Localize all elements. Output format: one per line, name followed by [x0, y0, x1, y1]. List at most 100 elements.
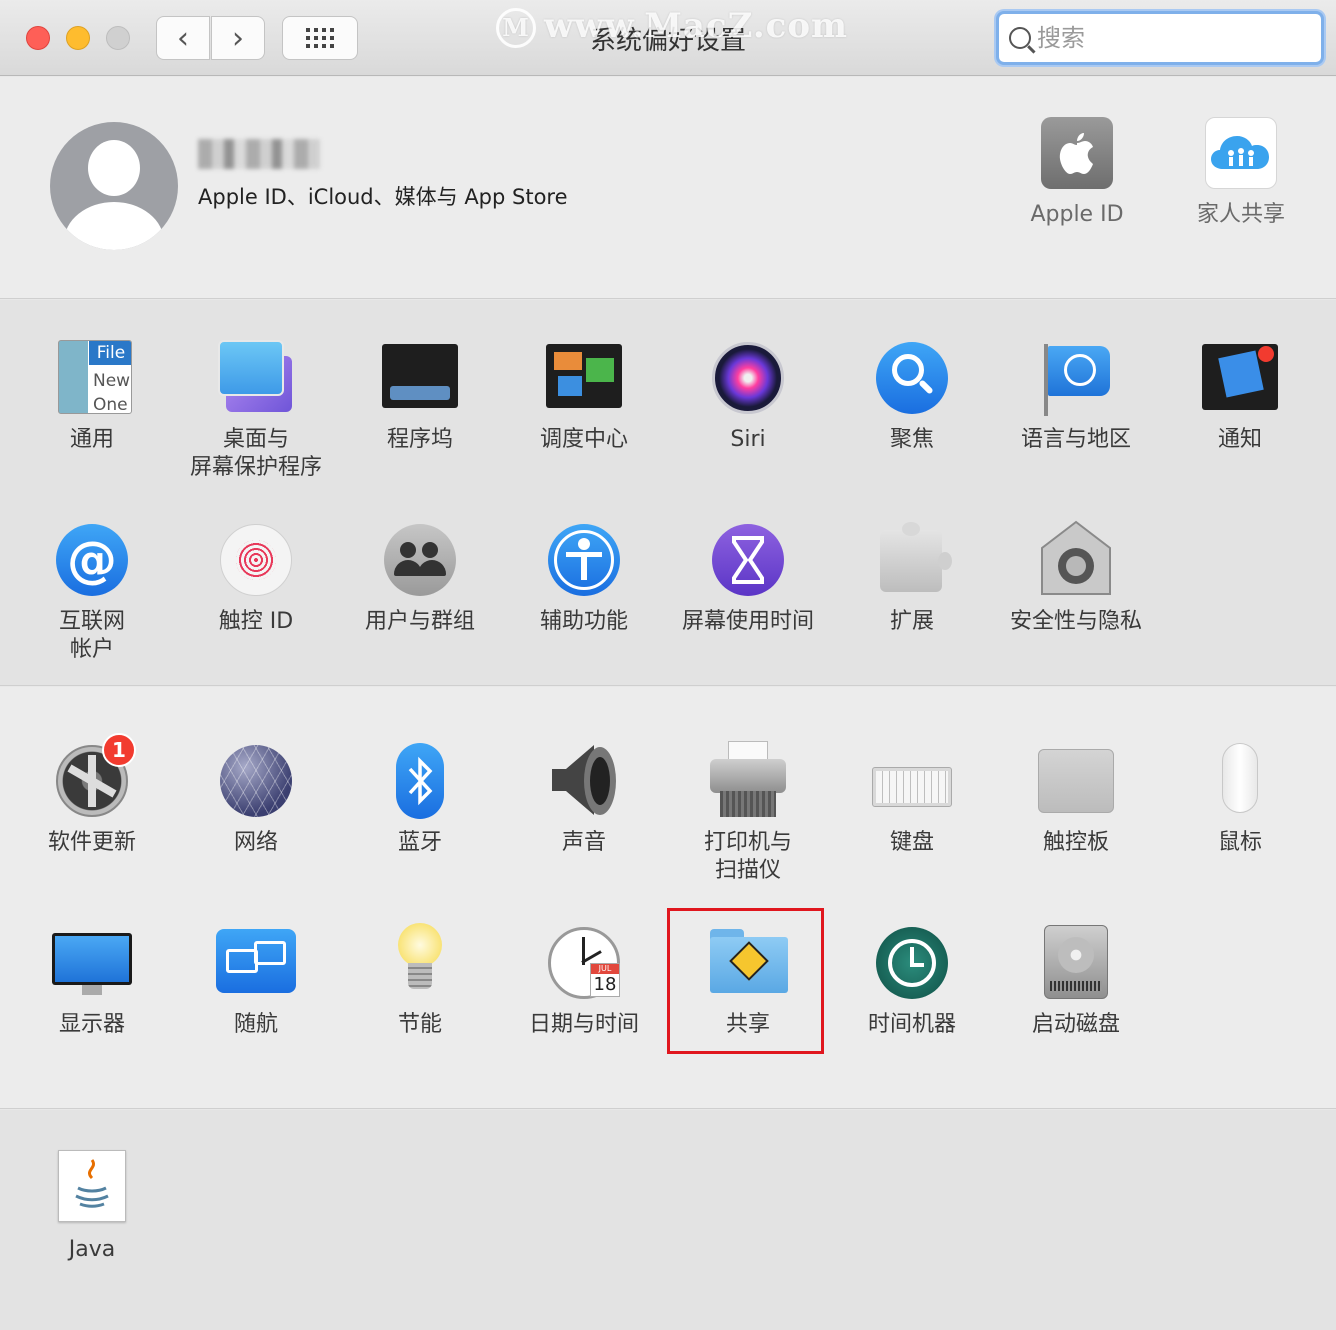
- pane-label: 节能: [397, 1012, 442, 1037]
- pane-label: 桌面与 屏幕保护程序: [189, 427, 322, 480]
- pane-label: 打印机与 扫描仪: [703, 830, 792, 883]
- pane-siri[interactable]: Siri: [666, 338, 830, 454]
- search-input[interactable]: [1037, 24, 1307, 52]
- pane-users-groups[interactable]: 用户与群组: [338, 520, 502, 636]
- pane-label: 网络: [233, 830, 278, 855]
- watermark-text: www.MacZ.com: [544, 6, 849, 46]
- mission-control-icon: [544, 338, 624, 418]
- pane-label: 时间机器: [867, 1012, 956, 1037]
- extensions-icon: [872, 520, 952, 600]
- pane-startup-disk[interactable]: 启动磁盘: [994, 923, 1158, 1039]
- displays-icon: [52, 923, 132, 1003]
- sharing-highlight-box: [667, 908, 824, 1054]
- pane-notifications[interactable]: 通知: [1158, 338, 1322, 454]
- pane-label: 程序坞: [386, 427, 453, 452]
- chevron-right-icon: ›: [232, 20, 244, 56]
- pane-network[interactable]: 网络: [174, 741, 338, 857]
- sound-icon: [544, 741, 624, 821]
- pane-touch-id[interactable]: 触控 ID: [174, 520, 338, 636]
- security-privacy-icon: [1036, 520, 1116, 600]
- chevron-left-icon: ‹: [177, 20, 189, 56]
- pane-sidecar[interactable]: 随航: [174, 923, 338, 1039]
- pane-label: 触控 ID: [218, 609, 294, 634]
- pane-label: 通用: [69, 427, 114, 452]
- pane-displays[interactable]: 显示器: [10, 923, 174, 1039]
- pane-energy-saver[interactable]: 节能: [338, 923, 502, 1039]
- pane-date-time[interactable]: JUL 18 日期与时间: [502, 923, 666, 1039]
- network-icon: [216, 741, 296, 821]
- pane-label: 声音: [561, 830, 606, 855]
- forward-button[interactable]: ›: [211, 16, 265, 60]
- pane-label: 软件更新: [47, 830, 136, 855]
- pane-software-update[interactable]: 1 软件更新: [10, 733, 174, 857]
- touch-id-icon: [216, 520, 296, 600]
- third-party-prefs-section: Java: [0, 1110, 1336, 1330]
- pane-label: 扩展: [889, 609, 934, 634]
- pane-label: 语言与地区: [1020, 427, 1131, 452]
- java-icon: [52, 1148, 132, 1228]
- pane-language-region[interactable]: 语言与地区: [994, 338, 1158, 454]
- zoom-window-button[interactable]: [106, 26, 130, 50]
- pane-label: 屏幕使用时间: [681, 609, 814, 634]
- pane-label: Java: [68, 1237, 116, 1262]
- pane-label: Siri: [730, 427, 766, 452]
- back-button[interactable]: ‹: [156, 16, 210, 60]
- trackpad-icon: [1036, 741, 1116, 821]
- personal-prefs-section: File New One 通用 桌面与 屏幕保护程序 程序坞 调度中心 Siri…: [0, 300, 1336, 686]
- pane-sound[interactable]: 声音: [502, 741, 666, 857]
- pane-label: 蓝牙: [397, 830, 442, 855]
- update-count-badge: 1: [102, 733, 136, 767]
- close-window-button[interactable]: [26, 26, 50, 50]
- pane-extensions[interactable]: 扩展: [830, 520, 994, 636]
- desktop-screensaver-icon: [216, 338, 296, 418]
- pane-apple-id[interactable]: Apple ID: [995, 113, 1159, 229]
- accessibility-icon: [544, 520, 624, 600]
- show-all-button[interactable]: [282, 16, 358, 60]
- sidecar-icon: [216, 923, 296, 1003]
- apple-icon: [1037, 113, 1117, 193]
- pane-dock[interactable]: 程序坞: [338, 338, 502, 454]
- pane-label: 键盘: [889, 830, 934, 855]
- siri-icon: [708, 338, 788, 418]
- pane-label: 触控板: [1042, 830, 1109, 855]
- pane-time-machine[interactable]: 时间机器: [830, 923, 994, 1039]
- pane-mission-control[interactable]: 调度中心: [502, 338, 666, 454]
- date-time-icon: JUL 18: [544, 923, 624, 1003]
- printers-scanners-icon: [708, 741, 788, 821]
- pane-trackpad[interactable]: 触控板: [994, 741, 1158, 857]
- account-section: Apple ID、iCloud、媒体与 App Store Apple ID 家…: [0, 77, 1336, 299]
- pane-general[interactable]: File New One 通用: [10, 338, 174, 454]
- minimize-window-button[interactable]: [66, 26, 90, 50]
- title-bar: ‹ › 系统偏好设置 Mwww.MacZ.com: [0, 0, 1336, 76]
- pane-label: 家人共享: [1196, 202, 1285, 227]
- pane-label: 通知: [1217, 427, 1262, 452]
- pane-printers-scanners[interactable]: 打印机与 扫描仪: [666, 741, 830, 885]
- pane-label: 安全性与隐私: [1009, 609, 1142, 634]
- pane-desktop-screensaver[interactable]: 桌面与 屏幕保护程序: [174, 338, 338, 482]
- software-update-icon: 1: [52, 733, 136, 821]
- energy-saver-icon: [380, 923, 460, 1003]
- pane-mouse[interactable]: 鼠标: [1158, 741, 1322, 857]
- keyboard-icon: [872, 741, 952, 821]
- search-field[interactable]: [996, 11, 1324, 65]
- pane-security-privacy[interactable]: 安全性与隐私: [994, 520, 1158, 636]
- pane-screen-time[interactable]: 屏幕使用时间: [666, 520, 830, 636]
- pane-keyboard[interactable]: 键盘: [830, 741, 994, 857]
- pane-java[interactable]: Java: [10, 1148, 174, 1264]
- pane-bluetooth[interactable]: 蓝牙: [338, 741, 502, 857]
- avatar[interactable]: [50, 122, 178, 250]
- account-subtitle: Apple ID、iCloud、媒体与 App Store: [198, 185, 568, 209]
- grid-icon: [306, 28, 334, 48]
- language-region-icon: [1036, 338, 1116, 418]
- mouse-icon: [1200, 741, 1280, 821]
- pane-label: 日期与时间: [528, 1012, 639, 1037]
- pane-spotlight[interactable]: 聚焦: [830, 338, 994, 454]
- pane-label: 辅助功能: [539, 609, 628, 634]
- watermark: Mwww.MacZ.com: [496, 6, 848, 48]
- pane-internet-accounts[interactable]: @ 互联网 帐户: [10, 520, 174, 664]
- pane-family-sharing[interactable]: 家人共享: [1159, 113, 1323, 229]
- startup-disk-icon: [1036, 923, 1116, 1003]
- pane-accessibility[interactable]: 辅助功能: [502, 520, 666, 636]
- general-icon: File New One: [52, 338, 132, 418]
- users-groups-icon: [380, 520, 460, 600]
